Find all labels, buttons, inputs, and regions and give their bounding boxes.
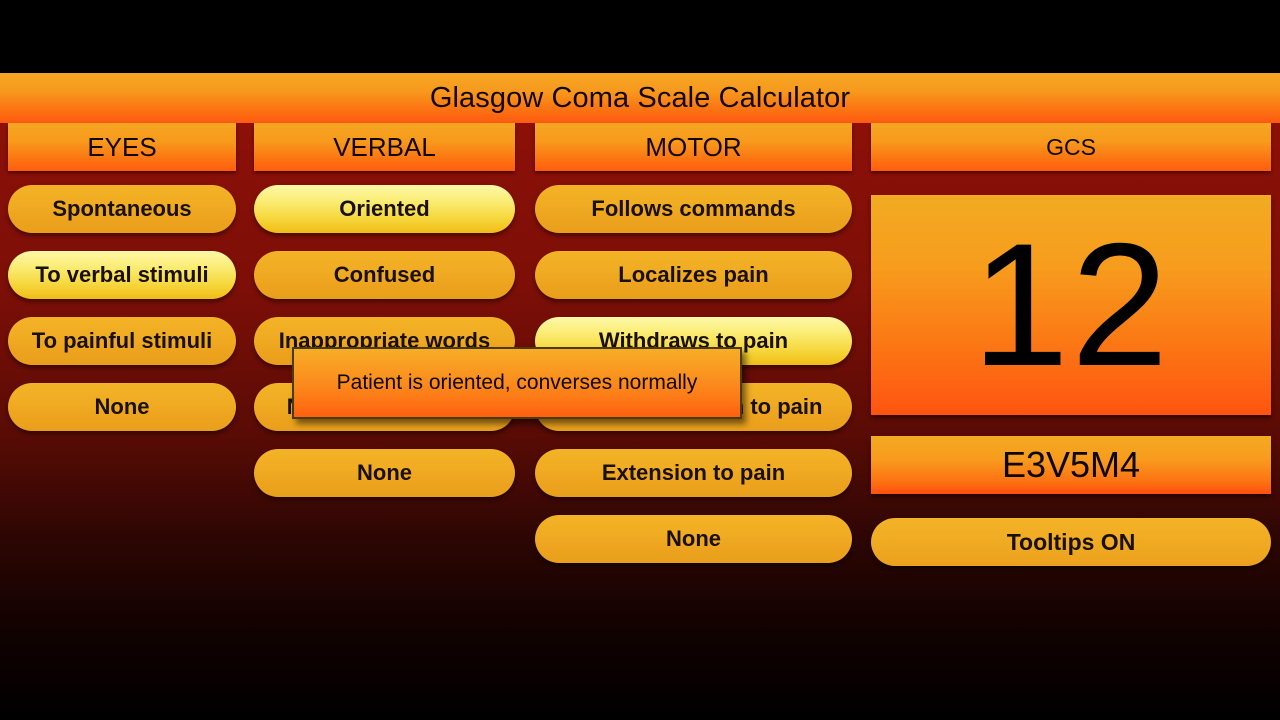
title-bar: Glasgow Coma Scale Calculator — [0, 73, 1280, 123]
app-title: Glasgow Coma Scale Calculator — [429, 81, 851, 114]
column-header-eyes: EYES — [8, 123, 236, 171]
motor-option-extension-to-pain[interactable]: Extension to pain — [535, 449, 852, 497]
eyes-option-to-verbal-stimuli[interactable]: To verbal stimuli — [8, 251, 236, 299]
tooltip-text: Patient is oriented, converses normally — [336, 371, 698, 394]
column-header-motor: MOTOR — [535, 123, 852, 171]
status-bar — [0, 0, 1280, 73]
gcs-breakdown-panel: E3V5M4 — [871, 436, 1271, 494]
motor-option-none[interactable]: None — [535, 515, 852, 563]
eyes-option-none[interactable]: None — [8, 383, 236, 431]
column-eyes: EYES Spontaneous To verbal stimuli To pa… — [8, 123, 236, 431]
motor-option-localizes-pain[interactable]: Localizes pain — [535, 251, 852, 299]
verbal-option-confused[interactable]: Confused — [254, 251, 515, 299]
motor-option-follows-commands[interactable]: Follows commands — [535, 185, 852, 233]
column-motor: MOTOR Follows commands Localizes pain Wi… — [535, 123, 852, 563]
gcs-breakdown-value: E3V5M4 — [1001, 444, 1141, 485]
gcs-score-value: 12 — [971, 207, 1171, 403]
gcs-score-panel: 12 — [871, 195, 1271, 415]
tooltips-toggle-button[interactable]: Tooltips ON — [871, 518, 1271, 566]
eyes-option-to-painful-stimuli[interactable]: To painful stimuli — [8, 317, 236, 365]
verbal-option-none[interactable]: None — [254, 449, 515, 497]
verbal-option-oriented[interactable]: Oriented — [254, 185, 515, 233]
tooltip-popup: Patient is oriented, converses normally — [292, 347, 742, 419]
column-header-verbal: VERBAL — [254, 123, 515, 171]
column-header-gcs: GCS — [871, 123, 1271, 171]
main-content: EYES Spontaneous To verbal stimuli To pa… — [0, 123, 1280, 720]
eyes-option-spontaneous[interactable]: Spontaneous — [8, 185, 236, 233]
column-gcs: GCS 12 E3V5M4 Tooltips ON — [871, 123, 1271, 566]
column-verbal: VERBAL Oriented Confused Inappropriate w… — [254, 123, 515, 497]
app-root: Glasgow Coma Scale Calculator EYES Spont… — [0, 0, 1280, 720]
option-list-eyes: Spontaneous To verbal stimuli To painful… — [8, 185, 236, 449]
